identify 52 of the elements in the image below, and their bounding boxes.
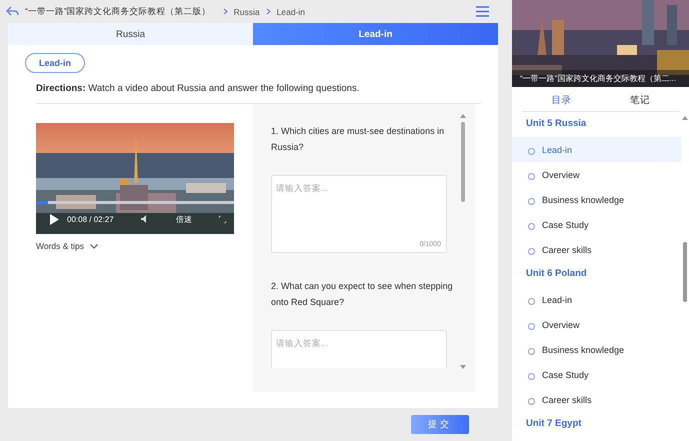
- chevron-icon: [266, 8, 271, 15]
- menu-icon[interactable]: [476, 6, 489, 17]
- chevron-icon: [222, 8, 228, 15]
- circle-icon: [528, 348, 535, 354]
- lesson-item[interactable]: Business knowledge: [512, 337, 681, 362]
- circle-icon: [528, 148, 535, 154]
- circle-icon: [528, 198, 535, 204]
- lesson-item[interactable]: Career skills: [512, 237, 681, 262]
- breadcrumb-link[interactable]: Lead-in: [276, 6, 306, 16]
- section-badge: Lead-in: [25, 53, 86, 73]
- tab[interactable]: Lead-in: [253, 23, 498, 45]
- sidebar-tab[interactable]: 笔记: [600, 91, 679, 111]
- words-tips-toggle[interactable]: Words & tips: [36, 241, 84, 251]
- book-title: “一带一路”国家跨文化商务交际教程（第二版）: [25, 6, 211, 18]
- progress-track[interactable]: [36, 201, 234, 204]
- back-icon[interactable]: [6, 6, 19, 17]
- circle-icon: [528, 172, 535, 180]
- scroll-down-icon[interactable]: [460, 365, 466, 369]
- scrollbar-thumb[interactable]: [460, 122, 464, 202]
- unit-heading[interactable]: Unit 7 Egypt: [512, 412, 681, 437]
- lesson-item[interactable]: Career skills: [512, 387, 681, 412]
- circle-icon: [528, 398, 535, 404]
- lesson-item[interactable]: Case Study: [512, 362, 681, 387]
- play-icon[interactable]: [50, 214, 59, 224]
- scrollbar-thumb[interactable]: [683, 242, 687, 302]
- chevron-down-icon[interactable]: [90, 244, 98, 248]
- speed-button[interactable]: 倍速: [176, 214, 192, 224]
- lesson-item[interactable]: Overview: [512, 162, 681, 187]
- circle-icon: [528, 372, 535, 380]
- scroll-up-icon[interactable]: [460, 114, 466, 118]
- lesson-item[interactable]: Lead-in: [512, 287, 681, 312]
- scroll-up-icon[interactable]: [682, 116, 688, 120]
- circle-icon: [528, 322, 535, 330]
- question-text: 1. Which cities are must-see destinations in Russia?: [271, 125, 446, 154]
- lesson-item[interactable]: Case Study: [512, 212, 681, 237]
- breadcrumb-link[interactable]: Russia: [234, 6, 260, 16]
- lesson-item[interactable]: Lead-in: [512, 137, 681, 162]
- volume-icon[interactable]: [140, 215, 149, 223]
- answer-box[interactable]: 请输入答案...: [271, 330, 447, 368]
- sidebar-tab[interactable]: 目录: [522, 91, 600, 111]
- fullscreen-icon[interactable]: [219, 216, 226, 222]
- unit-heading[interactable]: Unit 6 Poland: [512, 262, 681, 287]
- circle-icon: [528, 222, 535, 230]
- video-time: 00:08 / 02:27: [67, 214, 114, 224]
- lesson-item[interactable]: Overview: [512, 312, 681, 337]
- question-text: 2. What can you expect to see when stepping onto Red Square?: [271, 280, 453, 309]
- lesson-item[interactable]: Business knowledge: [512, 187, 681, 212]
- book-caption: “一带一路”国家跨文化商务交际教程（第二...: [512, 70, 689, 87]
- unit-heading[interactable]: Unit 5 Russia: [512, 112, 681, 137]
- tab[interactable]: Russia: [8, 23, 253, 45]
- circle-icon: [528, 298, 535, 304]
- circle-icon: [528, 248, 535, 254]
